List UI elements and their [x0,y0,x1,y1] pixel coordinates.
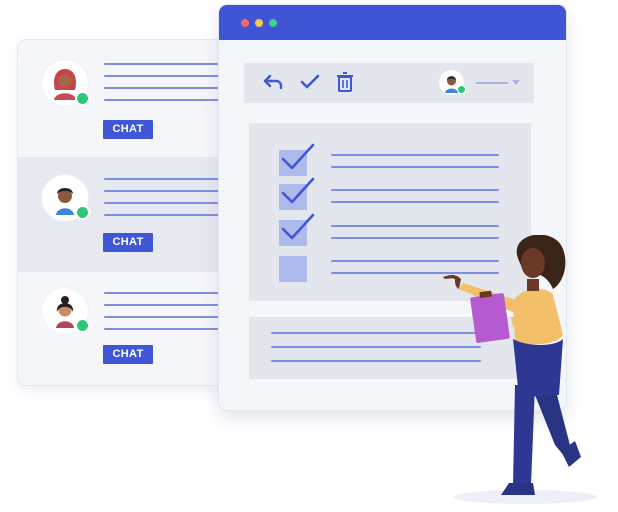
woman-with-clipboard-illustration [435,234,615,512]
chat-button[interactable]: CHAT [103,120,153,139]
user-select-field[interactable] [476,82,508,84]
online-status-dot [457,85,466,94]
undo-icon[interactable] [262,71,284,93]
online-status-dot [75,205,90,220]
message-line [104,202,233,204]
message-line [104,63,233,65]
task-text-line [331,189,499,191]
chat-contact-row[interactable]: CHAT [18,272,233,385]
message-line [104,328,233,330]
task-text-line [331,225,499,227]
toolbar [244,63,534,103]
message-line [104,99,233,101]
task-text-line [331,154,499,156]
task-checkbox-checked[interactable] [279,143,315,176]
message-line [104,178,233,180]
chat-button[interactable]: CHAT [103,233,153,252]
window-titlebar [219,5,566,40]
chat-contact-row[interactable]: CHAT [18,157,233,272]
message-line [104,190,233,192]
chat-contact-panel: CHAT CHAT CHAT [18,40,233,385]
message-line [104,304,233,306]
trash-icon[interactable] [334,71,356,93]
task-checkbox-checked[interactable] [279,213,315,246]
online-status-dot [75,318,90,333]
task-text-line [331,166,499,168]
check-icon[interactable] [299,71,321,93]
chat-contact-row[interactable]: CHAT [18,40,233,157]
online-status-dot [75,91,90,106]
message-line [104,75,233,77]
message-line [104,87,233,89]
task-checkbox-checked[interactable] [279,177,315,210]
chat-button[interactable]: CHAT [103,345,153,364]
chevron-down-icon[interactable] [512,80,520,85]
minimize-dot-icon[interactable] [255,19,263,27]
message-line [104,316,233,318]
task-checkbox-unchecked[interactable] [279,256,307,282]
maximize-dot-icon[interactable] [269,19,277,27]
message-line [104,292,233,294]
close-dot-icon[interactable] [241,19,249,27]
task-text-line [331,201,499,203]
message-line [104,214,233,216]
